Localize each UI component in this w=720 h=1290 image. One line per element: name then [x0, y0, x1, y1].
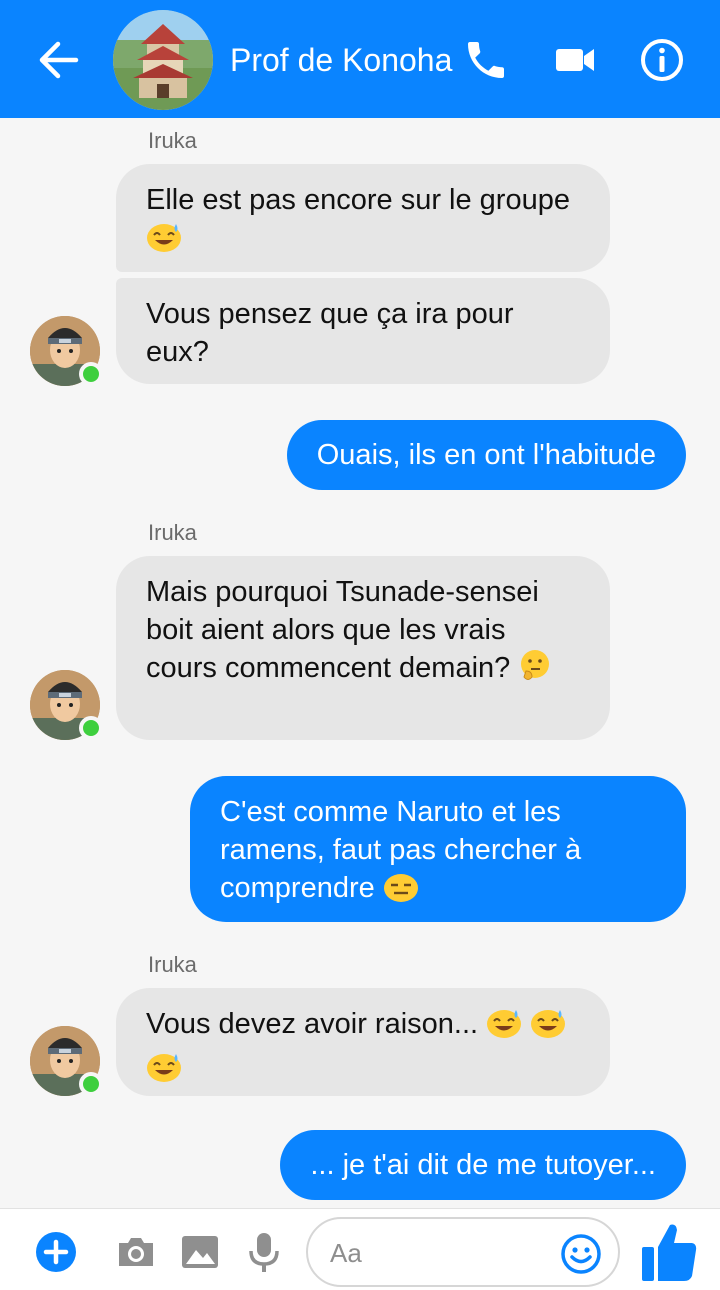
camera-icon[interactable]: [115, 1231, 157, 1273]
online-status-indicator: [79, 362, 103, 386]
incoming-message[interactable]: Vous pensez que ça ira pour eux?: [116, 278, 610, 384]
message-text: Mais pourquoi Tsunade-sensei boit aient …: [146, 576, 539, 684]
message-composer: [0, 1208, 720, 1290]
sender-name: Iruka: [148, 952, 197, 977]
group-avatar[interactable]: [113, 10, 213, 110]
sender-name: Iruka: [148, 128, 197, 153]
thumbs-up-icon[interactable]: [640, 1221, 698, 1283]
incoming-message[interactable]: Mais pourquoi Tsunade-sensei boit aient …: [116, 556, 610, 740]
incoming-message[interactable]: Vous devez avoir raison...: [116, 988, 610, 1096]
sweat-smile-emoji: [530, 1007, 566, 1049]
conversation-title[interactable]: Prof de Konoha: [230, 40, 452, 80]
message-text: Elle est pas encore sur le groupe: [146, 184, 570, 216]
sweat-smile-emoji: [146, 221, 182, 263]
emoji-icon[interactable]: [560, 1233, 602, 1275]
outgoing-message[interactable]: Ouais, ils en ont l'habitude: [286, 420, 686, 490]
sweat-smile-emoji: [146, 1051, 182, 1093]
info-icon[interactable]: [638, 36, 686, 84]
message-input[interactable]: [330, 1235, 550, 1271]
online-status-indicator: [79, 716, 103, 740]
outgoing-message[interactable]: ... je t'ai dit de me tutoyer...: [280, 1130, 686, 1200]
phone-icon[interactable]: [462, 36, 510, 84]
message-text: Vous devez avoir raison...: [146, 1008, 479, 1040]
back-arrow-icon[interactable]: [34, 38, 82, 82]
thinking-face-emoji: [518, 649, 552, 693]
expressionless-face-emoji: [383, 871, 419, 913]
conversation-header: Prof de Konoha: [0, 0, 720, 118]
sender-name: Iruka: [148, 520, 197, 545]
microphone-icon[interactable]: [243, 1231, 285, 1273]
gallery-icon[interactable]: [179, 1231, 221, 1273]
online-status-indicator: [79, 1072, 103, 1096]
video-camera-icon[interactable]: [551, 36, 599, 84]
incoming-message[interactable]: Elle est pas encore sur le groupe: [116, 164, 610, 272]
outgoing-message[interactable]: C'est comme Naruto et les ramens, faut p…: [190, 776, 686, 922]
add-icon[interactable]: [35, 1231, 77, 1273]
message-input-box[interactable]: [306, 1217, 620, 1287]
sweat-smile-emoji: [486, 1007, 522, 1049]
